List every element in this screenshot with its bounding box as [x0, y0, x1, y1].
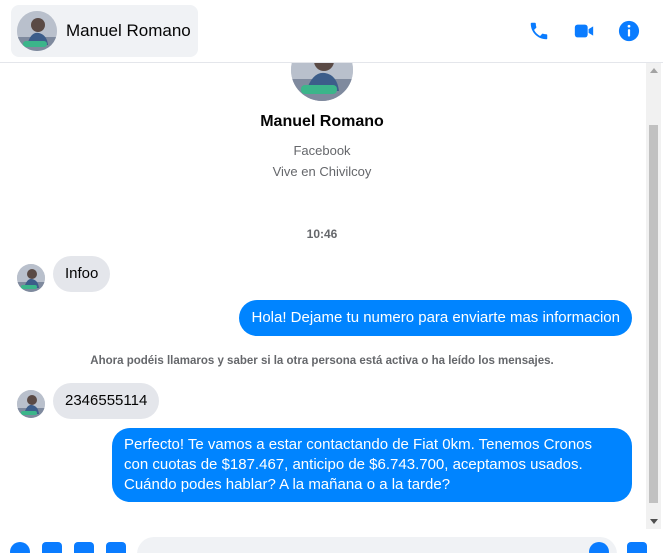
contact-avatar [17, 11, 57, 51]
plus-icon[interactable] [10, 542, 30, 553]
scroll-up-arrow[interactable] [646, 63, 661, 78]
profile-location: Vive en Chivilcoy [272, 164, 372, 179]
scroll-down-arrow[interactable] [646, 514, 661, 529]
sender-avatar [17, 264, 45, 292]
message-input[interactable] [137, 537, 617, 553]
info-icon[interactable] [617, 19, 641, 43]
message-bubble-outgoing[interactable]: Perfecto! Te vamos a estar contactando d… [112, 428, 632, 502]
phone-icon[interactable] [527, 19, 551, 43]
like-icon[interactable] [627, 542, 647, 553]
call-availability-notice: Ahora podéis llamaros y saber si la otra… [90, 355, 554, 367]
message-bubble-outgoing[interactable]: Hola! Dejame tu numero para enviarte mas… [239, 300, 632, 336]
message-bubble-incoming[interactable]: Infoo [53, 256, 111, 292]
chat-header: Manuel Romano [0, 0, 663, 63]
sender-avatar [17, 390, 45, 418]
message-timestamp: 10:46 [306, 227, 338, 241]
sticker-icon[interactable] [74, 542, 94, 553]
contact-name: Manuel Romano [66, 21, 191, 40]
message-composer [0, 529, 663, 553]
gif-icon[interactable] [106, 542, 126, 553]
profile-platform: Facebook [293, 143, 351, 158]
video-camera-icon[interactable] [572, 19, 596, 43]
image-icon[interactable] [42, 542, 62, 553]
header-actions [527, 19, 641, 43]
scroll-thumb[interactable] [649, 125, 658, 503]
profile-name: Manuel Romano [260, 113, 384, 130]
message-bubble-incoming[interactable]: 2346555114 [53, 383, 160, 419]
contact-header-button[interactable]: Manuel Romano [11, 5, 198, 57]
profile-avatar [291, 63, 353, 101]
scrollbar[interactable] [646, 63, 661, 529]
message-thread[interactable]: Manuel Romano Facebook Vive en Chivilcoy… [0, 63, 644, 529]
